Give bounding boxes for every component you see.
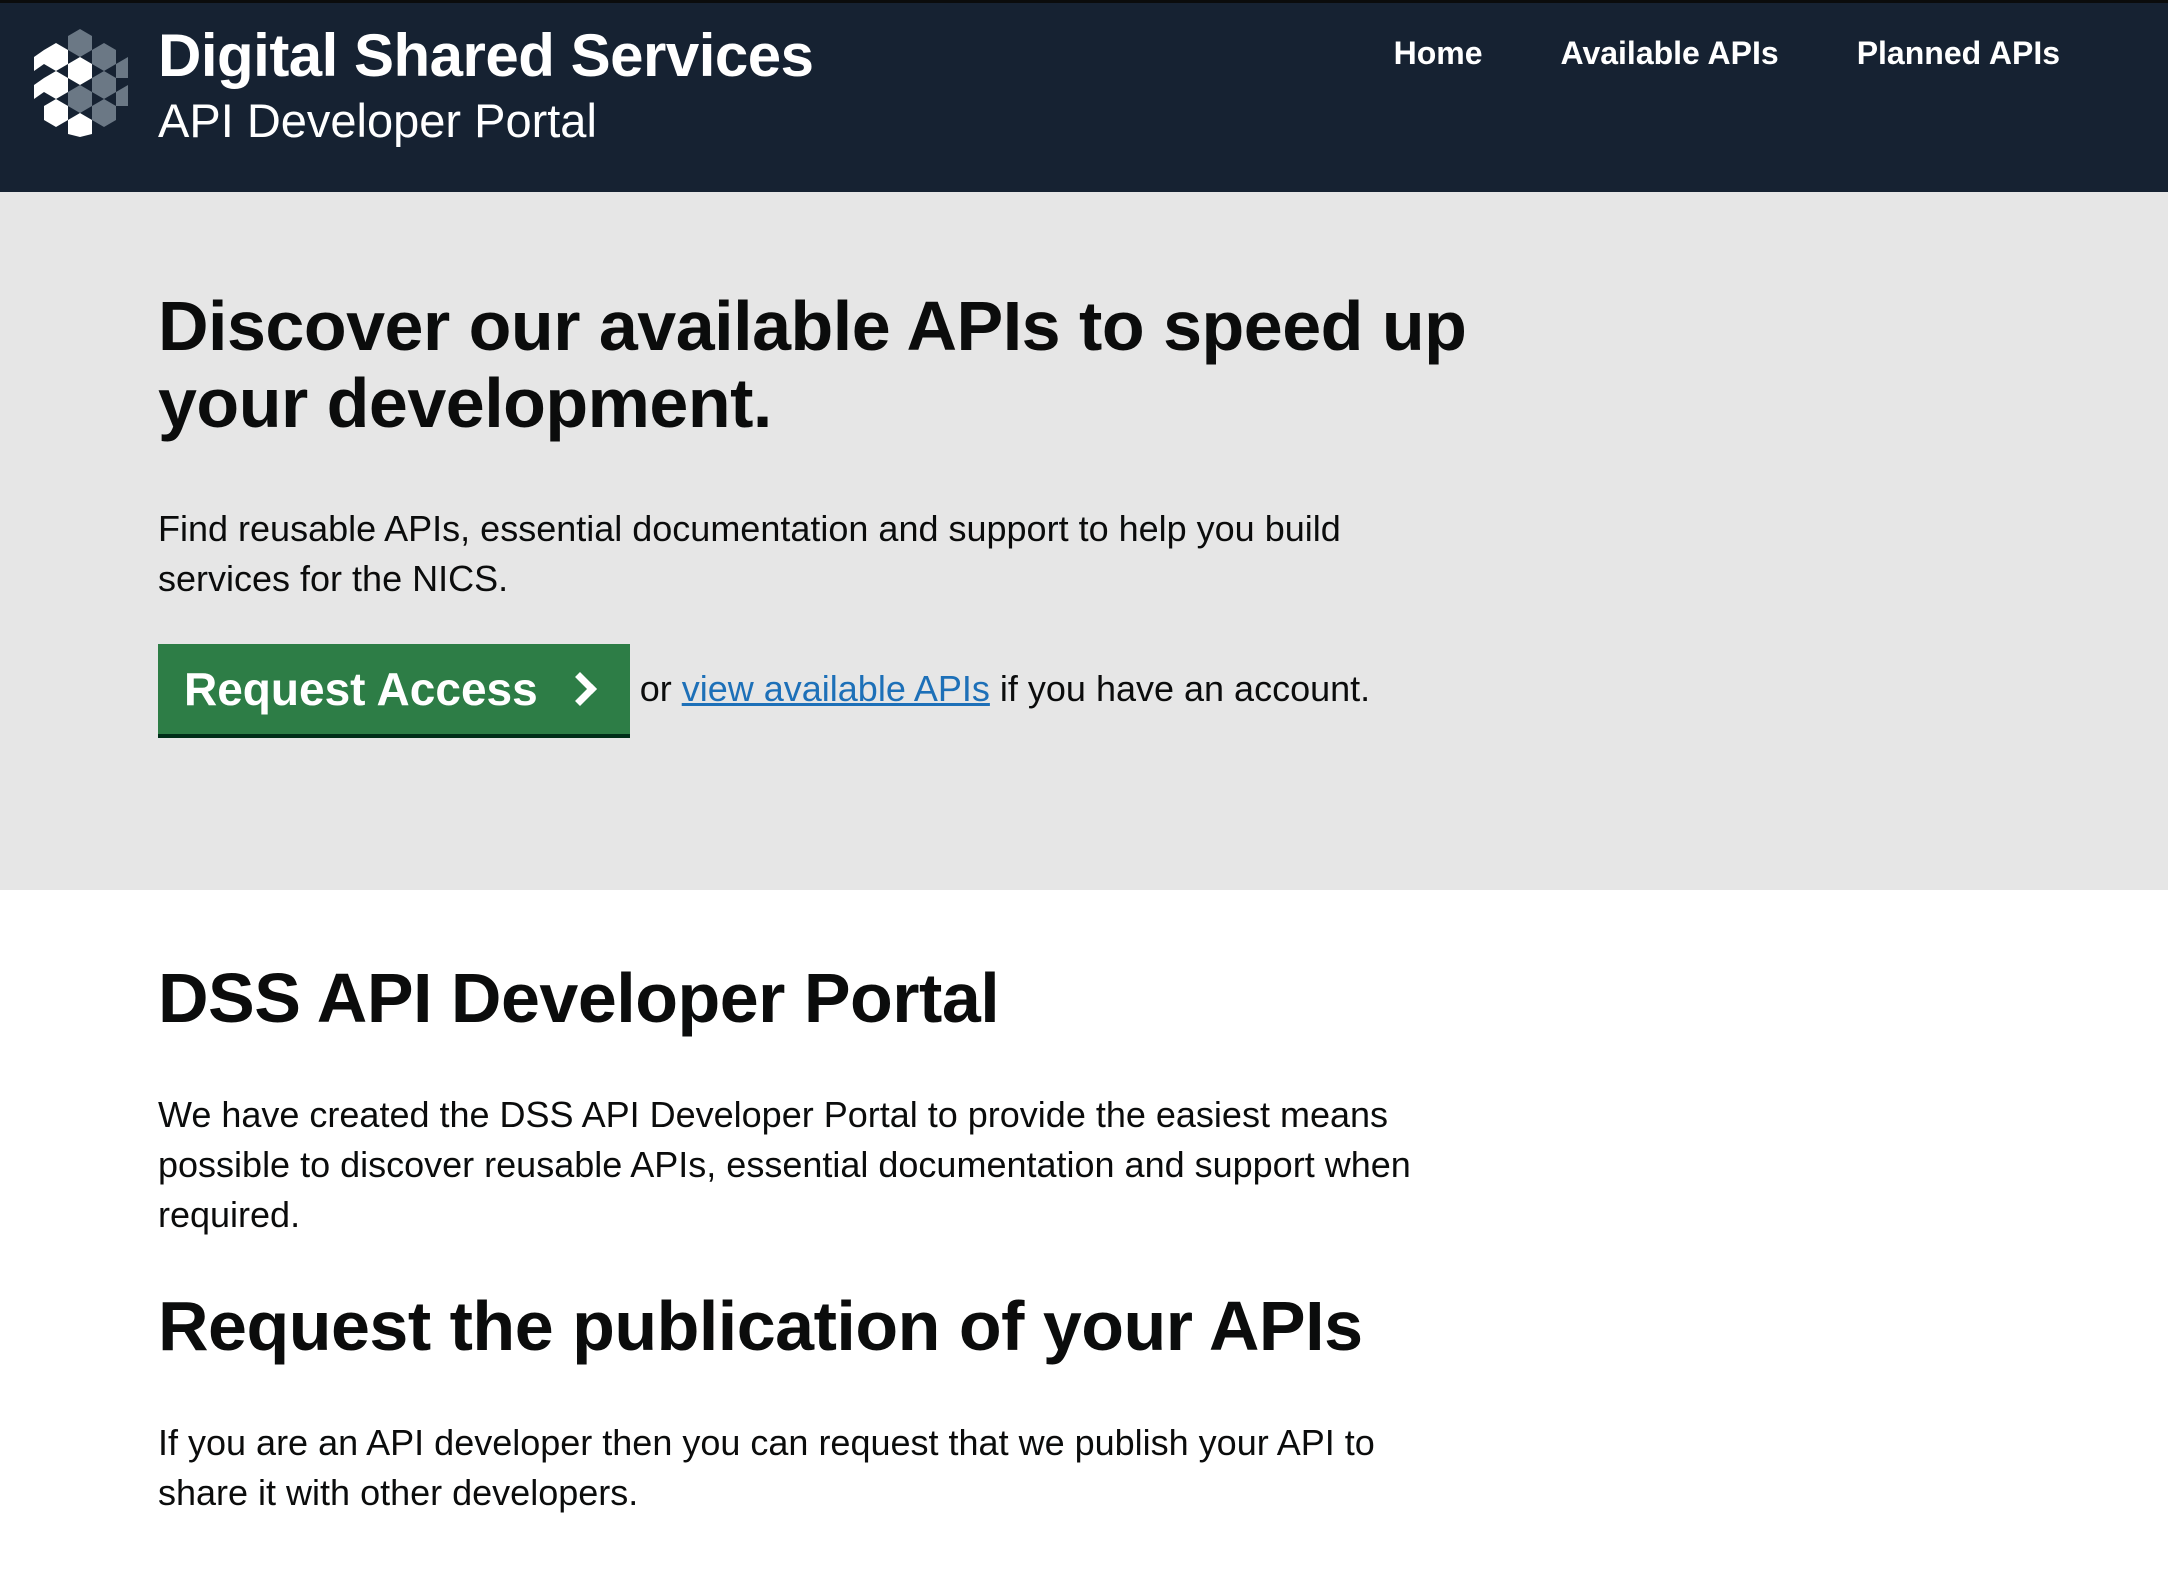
site-header: Digital Shared Services API Developer Po… <box>0 0 2168 192</box>
brand-title[interactable]: Digital Shared Services <box>158 21 814 90</box>
hero-heading: Discover our available APIs to speed up … <box>158 287 1467 442</box>
hexagon-logo-icon[interactable] <box>34 29 128 137</box>
nav-home[interactable]: Home <box>1394 35 1483 72</box>
publish-heading: Request the publication of your APIs <box>158 1287 1363 1365</box>
cta-or-text: or <box>639 668 682 709</box>
main-nav: Home Available APIs Planned APIs <box>1394 35 2060 72</box>
portal-text: We have created the DSS API Developer Po… <box>158 1094 1411 1235</box>
cta-after-link-text: if you have an account. <box>989 668 1371 709</box>
nav-planned-apis[interactable]: Planned APIs <box>1857 35 2060 72</box>
hero-text: Find reusable APIs, essential documentat… <box>158 508 1341 599</box>
chevron-right-icon <box>562 672 597 706</box>
nav-available-apis[interactable]: Available APIs <box>1561 35 1779 72</box>
portal-heading: DSS API Developer Portal <box>158 959 1000 1037</box>
cta-row: Request Access or view available APIs if… <box>158 644 1370 734</box>
view-available-apis-link[interactable]: view available APIs <box>682 668 990 709</box>
request-access-label: Request Access <box>184 663 538 715</box>
cta-text: or view available APIs if you have an ac… <box>640 668 1370 710</box>
publish-text: If you are an API developer then you can… <box>158 1422 1375 1513</box>
brand-subtitle[interactable]: API Developer Portal <box>158 93 597 148</box>
hero-section: Discover our available APIs to speed up … <box>0 192 2168 890</box>
request-access-button[interactable]: Request Access <box>158 644 630 734</box>
